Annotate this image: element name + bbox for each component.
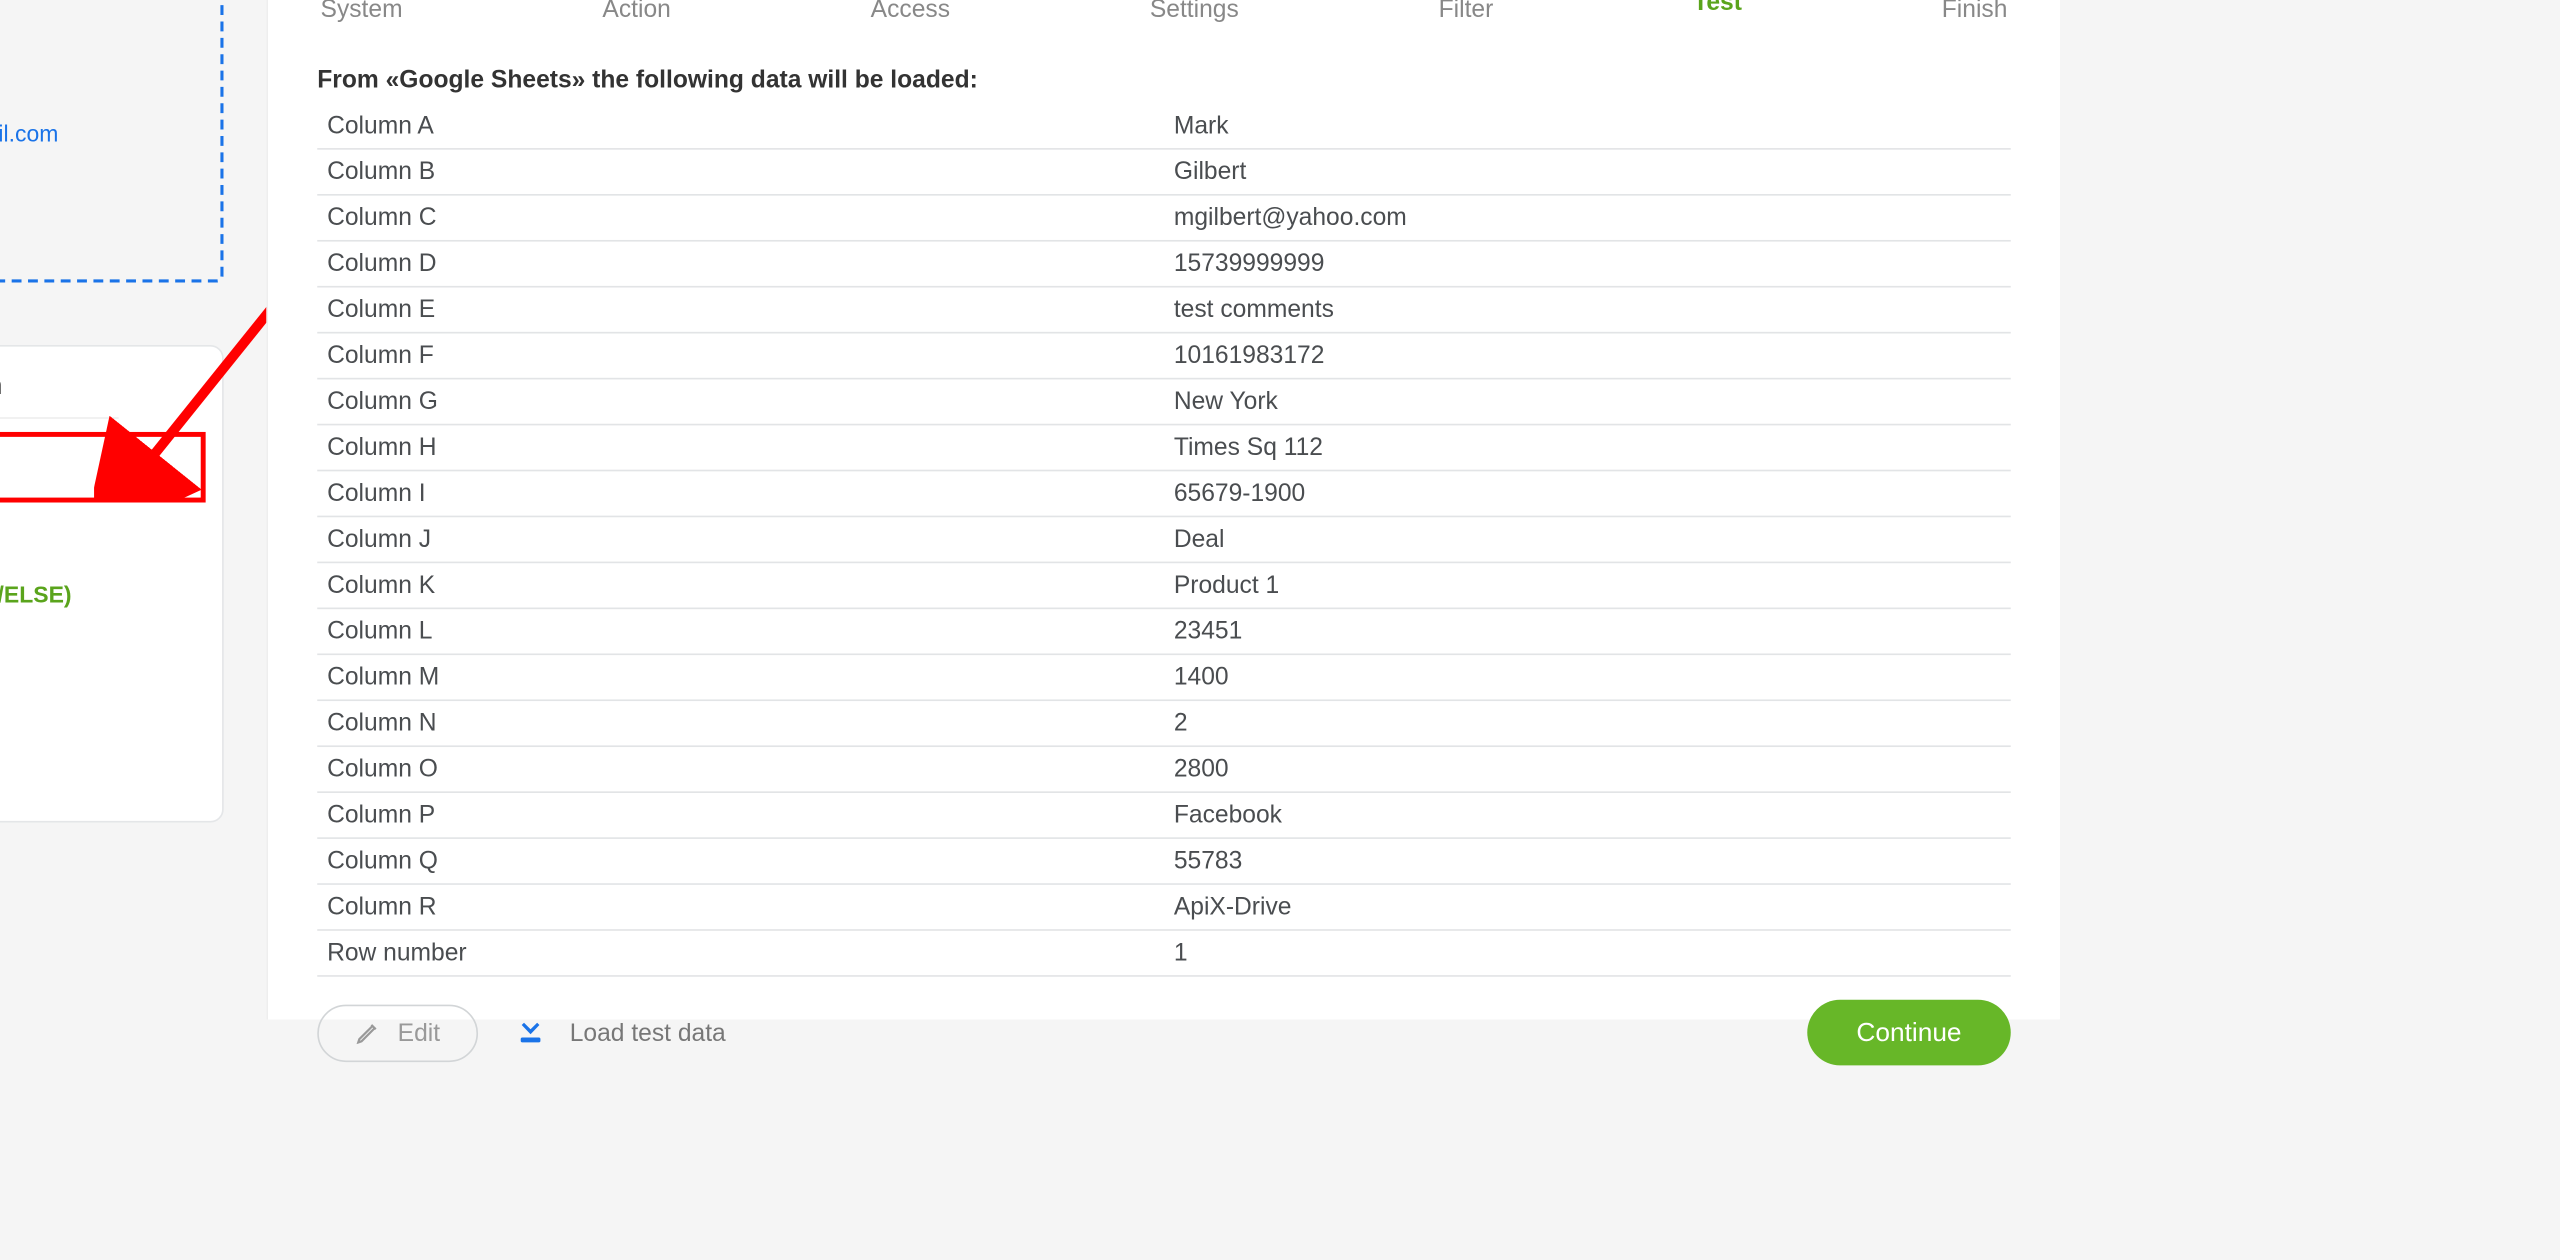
table-key: Column Q [317, 838, 1164, 884]
option-formatting[interactable]: Aa FORMATTING [0, 685, 206, 734]
table-value: 10161983172 [1164, 333, 2011, 379]
table-value: New York [1164, 379, 2011, 425]
stepper: ✓System ✓Action ✓Access ✓Settings ✓Filter Tes… [317, 0, 2011, 23]
table-value: Mark [1164, 104, 2011, 149]
table-value: Times Sq 112 [1164, 425, 2011, 471]
table-row: Column RApiX-Drive [317, 884, 2011, 930]
step-label: Finish [1942, 0, 2008, 23]
data-source-head: 1 DATA SOURCE [0, 0, 197, 27]
table-key: Column K [317, 562, 1164, 608]
table-row: Column AMark [317, 104, 2011, 149]
table-key: Column F [317, 333, 1164, 379]
step-action[interactable]: ✓Action [602, 0, 670, 23]
table-value: 2 [1164, 700, 2011, 746]
step-label: Test [1693, 0, 1742, 17]
table-value: mgilbert@yahoo.com [1164, 195, 2011, 241]
table-key: Column I [317, 471, 1164, 517]
step-finish[interactable]: ✓Finish [1942, 0, 2008, 23]
table-value: 15739999999 [1164, 241, 2011, 287]
table-value: Deal [1164, 516, 2011, 562]
table-row: Row number1 [317, 930, 2011, 976]
table-key: Column L [317, 608, 1164, 654]
table-value: 2800 [1164, 746, 2011, 792]
table-row: Column N2 [317, 700, 2011, 746]
table-key: Column O [317, 746, 1164, 792]
continue-label: Continue [1856, 1019, 1961, 1047]
table-key: Column M [317, 654, 1164, 700]
table-row: Column O2800 [317, 746, 2011, 792]
table-row: Column Etest comments [317, 287, 2011, 333]
step-label: System [321, 0, 403, 23]
table-key: Column B [317, 149, 1164, 195]
option-data-search[interactable]: DATA SEARCH [0, 624, 206, 685]
table-row: Column BGilbert [317, 149, 2011, 195]
table-value: test comments [1164, 287, 2011, 333]
table-key: Column D [317, 241, 1164, 287]
table-row: Column JDeal [317, 516, 2011, 562]
table-row: Column M1400 [317, 654, 2011, 700]
from-line: From «Google Sheets» the following data … [317, 66, 2011, 94]
data-table: Column AMarkColumn BGilbertColumn Cmgilb… [317, 104, 2011, 977]
add-action-panel: Add next action DATA DESTINATION AI TOOL… [0, 345, 224, 823]
table-row: Column D15739999999 [317, 241, 2011, 287]
step-system[interactable]: ✓System [321, 0, 403, 23]
divider [0, 417, 119, 419]
table-row: Column L23451 [317, 608, 2011, 654]
table-key: Column H [317, 425, 1164, 471]
step-label: Settings [1150, 0, 1239, 23]
table-key: Row number [317, 930, 1164, 976]
table-row: Column GNew York [317, 379, 2011, 425]
download-icon [511, 1007, 550, 1058]
table-key: Column E [317, 287, 1164, 333]
option-conditional[interactable]: CONDITIONAL LOGIC (IF/ELSE) [0, 563, 206, 624]
table-value: 65679-1900 [1164, 471, 2011, 517]
load-label: Load test data [570, 1019, 726, 1047]
table-key: Column R [317, 884, 1164, 930]
table-row: Column HTimes Sq 112 [317, 425, 2011, 471]
step-access[interactable]: ✓Access [871, 0, 950, 23]
table-row: Column Cmgilbert@yahoo.com [317, 195, 2011, 241]
table-row: Column I65679-1900 [317, 471, 2011, 517]
table-value: 23451 [1164, 608, 2011, 654]
edit-button[interactable]: Edit [317, 1004, 478, 1061]
option-mathematics[interactable]: MATHEMATICS [0, 734, 206, 795]
table-value: Gilbert [1164, 149, 2011, 195]
table-key: Column P [317, 792, 1164, 838]
table-key: Column N [317, 700, 1164, 746]
add-next-label: Add next action [0, 373, 206, 401]
table-row: Column PFacebook [317, 792, 2011, 838]
table-value: Facebook [1164, 792, 2011, 838]
table-value: ApiX-Drive [1164, 884, 2011, 930]
table-row: Column KProduct 1 [317, 562, 2011, 608]
table-row: Column Q55783 [317, 838, 2011, 884]
option-ai-tools[interactable]: AI TOOLS [0, 503, 206, 564]
table-value: Product 1 [1164, 562, 2011, 608]
table-key: Column J [317, 516, 1164, 562]
step-filter[interactable]: ✓Filter [1439, 0, 1494, 23]
edit-label: Edit [398, 1019, 440, 1047]
table-key: Column G [317, 379, 1164, 425]
step-label: Access [871, 0, 950, 23]
option-cond-label: CONDITIONAL LOGIC (IF/ELSE) [0, 580, 72, 606]
table-value: 1400 [1164, 654, 2011, 700]
continue-button[interactable]: Continue [1807, 1000, 2011, 1066]
option-data-destination[interactable]: DATA DESTINATION [0, 432, 206, 503]
table-value: 55783 [1164, 838, 2011, 884]
load-test-data[interactable]: Load test data [511, 1007, 726, 1058]
table-value: 1 [1164, 930, 2011, 976]
pencil-icon [355, 1019, 381, 1045]
step-label: Filter [1439, 0, 1494, 23]
data-source-card[interactable]: ✓ 1 DATA SOURCE SystemGoogle Sheets Acti… [0, 0, 224, 283]
step-settings[interactable]: ✓Settings [1150, 0, 1239, 23]
step-label: Action [602, 0, 670, 23]
table-row: Column F10161983172 [317, 333, 2011, 379]
table-key: Column A [317, 104, 1164, 149]
access-value[interactable]: maverickandrii@gmail.com [0, 115, 58, 151]
step-test[interactable]: Test [1693, 0, 1742, 23]
table-key: Column C [317, 195, 1164, 241]
